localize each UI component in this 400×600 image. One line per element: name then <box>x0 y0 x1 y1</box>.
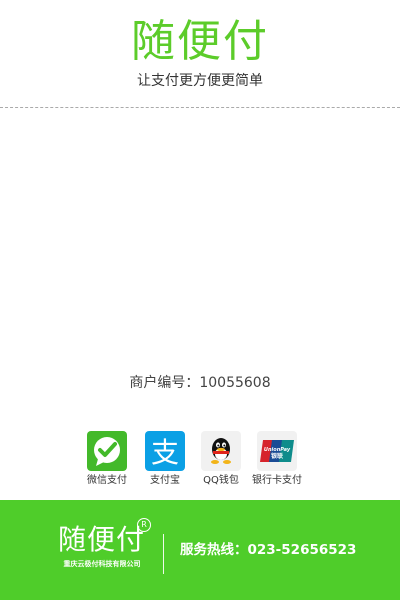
dashed-divider <box>0 107 400 108</box>
payment-method-unionpay[interactable]: UnionPay 银联 银行卡支付 <box>249 431 305 491</box>
payment-method-wechat[interactable]: 微信支付 <box>79 431 135 491</box>
footer: 随便付 R 重庆云极付科技有限公司 服务热线：023-52656523 <box>0 500 400 600</box>
brand-title: 随便付 <box>131 16 269 67</box>
alipay-icon: 支 <box>145 431 185 471</box>
registered-mark: R <box>137 518 151 532</box>
wechat-pay-icon <box>87 431 127 471</box>
qq-wallet-icon <box>201 431 241 471</box>
company-name: 重庆云极付科技有限公司 <box>63 560 141 568</box>
footer-divider <box>163 534 164 574</box>
payment-method-qq-wallet[interactable]: QQ钱包 <box>193 431 249 491</box>
payment-methods: 微信支付 支 支付宝 QQ钱包 UnionPay 银联 银行卡支付 <box>79 431 319 491</box>
brand-slogan: 让支付更方便更简单 <box>137 73 263 89</box>
payment-label: 银行卡支付 <box>252 475 302 486</box>
payment-method-alipay[interactable]: 支 支付宝 <box>137 431 193 491</box>
service-hotline: 服务热线：023-52656523 <box>180 542 357 558</box>
svg-text:银联: 银联 <box>271 452 283 460</box>
header: 随便付 让支付更方便更简单 <box>0 0 400 108</box>
unionpay-icon: UnionPay 银联 <box>257 431 297 471</box>
qr-code-area <box>80 125 320 365</box>
svg-text:支: 支 <box>151 436 179 469</box>
footer-brand: 随便付 <box>58 523 146 556</box>
merchant-number: 商户编号：10055608 <box>129 375 271 391</box>
